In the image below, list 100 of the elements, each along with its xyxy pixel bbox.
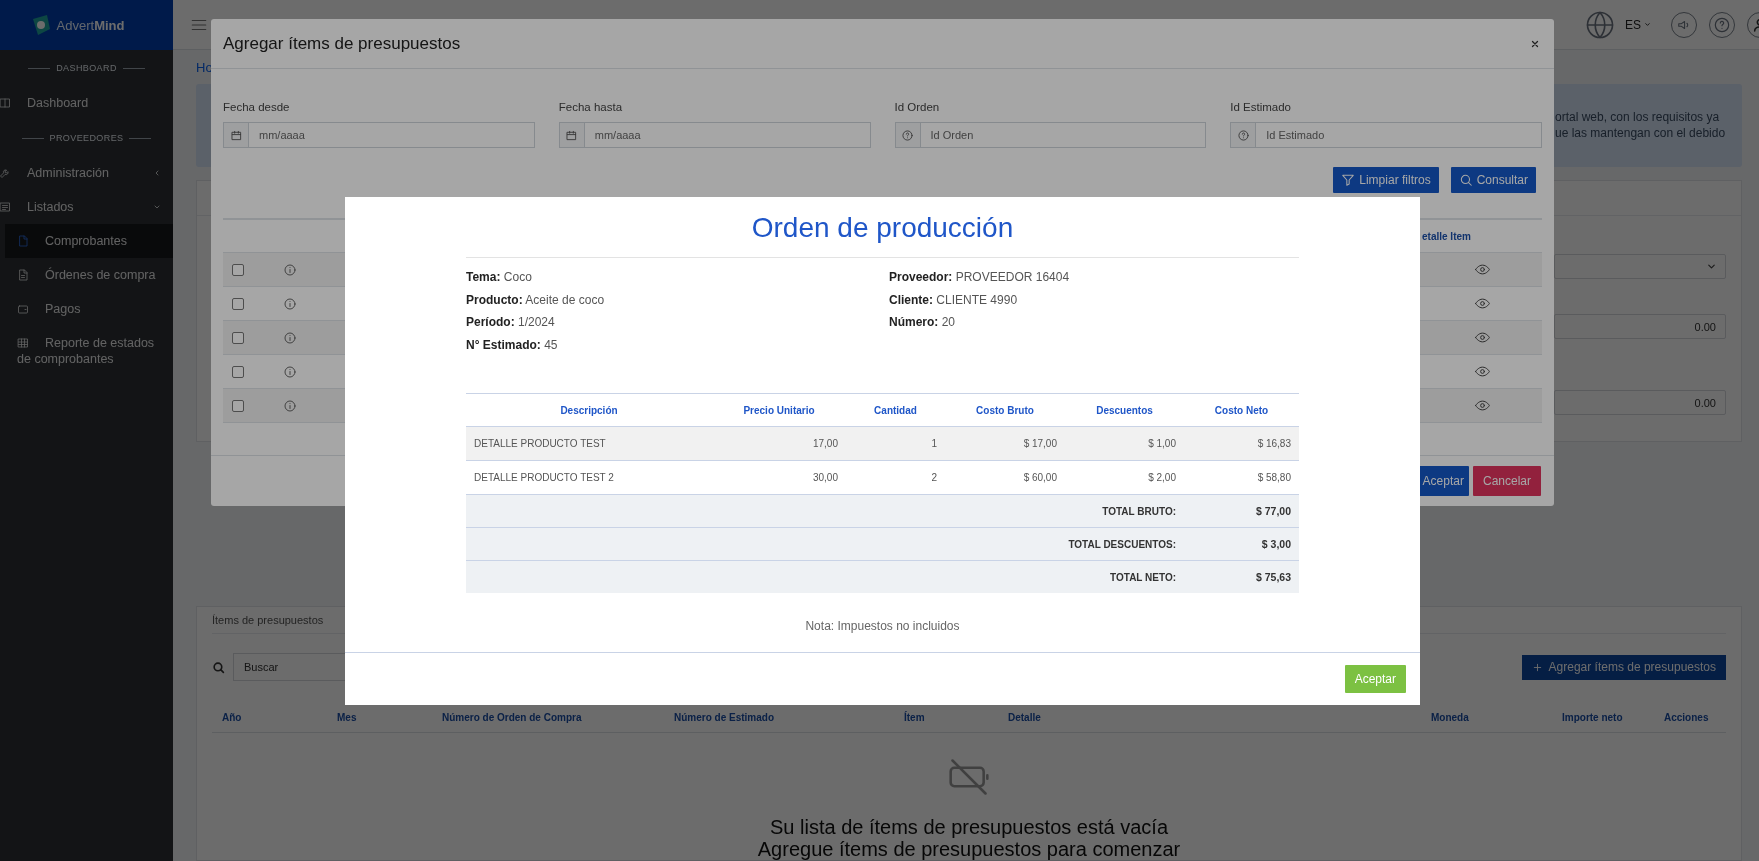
nav-item[interactable]: Órdenes de compra [5, 258, 173, 292]
column-header: Mes [336, 711, 357, 723]
column-header: Cantidad [873, 404, 918, 416]
column-header: Número de Estimado [673, 711, 775, 723]
table-cell-text: DETALLE PRODUCTO TEST 2 [473, 472, 615, 483]
card-title: Ítems de presupuestos [212, 614, 324, 626]
clear-filters-button[interactable]: Limpiar filtros [1333, 167, 1439, 193]
nav-group[interactable]: Administración [0, 156, 173, 190]
dialog-title: Orden de producción [750, 211, 1015, 245]
add-items-button[interactable]: Agregar ítems de presupuestos [1521, 654, 1726, 680]
globe-icon[interactable] [1585, 9, 1615, 40]
plus-icon [1531, 661, 1543, 673]
checkbox[interactable] [232, 399, 244, 412]
dialog-title: Agregar ítems de presupuestos [223, 33, 461, 54]
date-field[interactable]: mm/aaaa [584, 122, 871, 148]
wrench-icon [0, 167, 11, 179]
number-field[interactable]: 0.00 [1554, 390, 1726, 415]
notice-text: ue las mantengan con el debido [1555, 125, 1726, 141]
eye-icon[interactable] [1474, 330, 1490, 345]
table-cell-text: 17,00 [811, 438, 839, 449]
announcements-button[interactable] [1671, 11, 1697, 38]
table-cell-text: $ 16,83 [1256, 438, 1292, 449]
close-icon[interactable] [1530, 38, 1540, 49]
notice-text: ortal web, con los requisitos ya [1555, 109, 1720, 125]
accept-button[interactable]: Aceptar [1344, 665, 1406, 693]
info-icon [284, 297, 296, 310]
checkbox[interactable] [232, 365, 244, 378]
total-value: $ 3,00 [1260, 538, 1292, 550]
table-cell-text: DETALLE PRODUCTO TEST [473, 438, 607, 449]
field-label: Fecha hasta [558, 100, 623, 115]
column-header: etalle Item [1422, 230, 1471, 242]
total-value: $ 77,00 [1254, 505, 1292, 517]
date-field[interactable]: mm/aaaa [249, 122, 535, 148]
column-header: Descuentos [1095, 404, 1154, 416]
column-header: Ítem [903, 711, 925, 723]
wallet-icon [17, 303, 29, 315]
total-label: TOTAL DESCUENTOS: [1067, 538, 1177, 550]
column-header: Descripción [559, 404, 619, 416]
confirm-button[interactable]: Aceptar [1417, 466, 1469, 496]
table-cell-text: $ 60,00 [1022, 472, 1058, 483]
checkbox[interactable] [232, 331, 244, 344]
language-selector[interactable]: ES [1625, 17, 1659, 32]
help-icon [902, 129, 913, 141]
detail-text: Producto: Aceite de coco [466, 291, 605, 309]
number-field[interactable]: 0.00 [1554, 314, 1726, 339]
section-label: DASHBOARD [56, 63, 117, 73]
field-label: Id Estimado [1230, 100, 1291, 115]
id-field[interactable]: Id Orden [920, 122, 1207, 148]
column-header: Precio Unitario [742, 404, 816, 416]
table-icon [17, 337, 29, 349]
detail-text: Proveedor: PROVEEDOR 16404 [889, 269, 1070, 286]
empty-state-title: Su lista de ítems de presupuestos está vacía [770, 816, 1168, 838]
column-header: Detalle [1007, 711, 1041, 723]
nav-item[interactable]: Reporte de estados de comprobantes [5, 326, 173, 376]
column-header: Acciones [1663, 711, 1709, 723]
search-icon [212, 660, 225, 674]
column-header: Costo Neto [1213, 404, 1270, 416]
detail-text: Cliente: CLIENTE 4990 [889, 291, 1018, 309]
table-cell-text: $ 17,00 [1022, 438, 1058, 449]
eye-icon[interactable] [1474, 398, 1490, 413]
chevron-down-icon [1706, 261, 1717, 272]
field-label: Id Orden [894, 100, 940, 115]
nav-item[interactable]: Comprobantes [5, 224, 173, 258]
info-icon [284, 399, 296, 412]
search-button[interactable]: Consultar [1450, 167, 1536, 193]
search-icon [1458, 173, 1473, 187]
column-header: Importe neto [1561, 711, 1623, 723]
help-button[interactable] [1709, 11, 1735, 38]
nav-item[interactable]: Pagos [5, 292, 173, 326]
note-text: Nota: Impuestos no incluidos [804, 618, 961, 634]
nav-group[interactable]: Listados [0, 190, 173, 224]
nav-item[interactable]: Dashboard [0, 86, 173, 120]
checkbox[interactable] [232, 297, 244, 310]
section-label: PROVEEDORES [49, 133, 124, 143]
table-cell-text: 2 [930, 472, 938, 483]
table-cell-text: $ 1,00 [1147, 438, 1177, 449]
table-cell-text: $ 2,00 [1147, 472, 1177, 483]
field-label: Fecha desde [223, 100, 290, 115]
checkbox[interactable] [232, 263, 244, 276]
columns-icon [0, 97, 11, 109]
select-field[interactable] [1554, 254, 1726, 279]
detail-text: Período: 1/2024 [466, 314, 555, 331]
list-icon [0, 201, 11, 213]
detail-text: Número: 20 [889, 314, 956, 331]
column-header: Número de Orden de Compra [441, 711, 582, 723]
total-label: TOTAL NETO: [1109, 571, 1177, 583]
eye-icon[interactable] [1474, 296, 1490, 311]
eye-icon[interactable] [1474, 262, 1490, 277]
column-header: Moneda [1430, 711, 1469, 723]
help-icon [1237, 129, 1249, 141]
eye-icon[interactable] [1474, 364, 1490, 379]
detail-text: N° Estimado: 45 [466, 336, 558, 354]
cancel-button[interactable]: Cancelar [1472, 466, 1541, 496]
filter-icon [1341, 173, 1356, 187]
id-field[interactable]: Id Estimado [1256, 122, 1542, 148]
total-value: $ 75,63 [1254, 571, 1292, 583]
column-header: Año [221, 711, 242, 723]
info-icon [284, 365, 296, 378]
table-cell-text: 1 [930, 438, 938, 449]
detail-text: Tema: Coco [466, 269, 532, 286]
